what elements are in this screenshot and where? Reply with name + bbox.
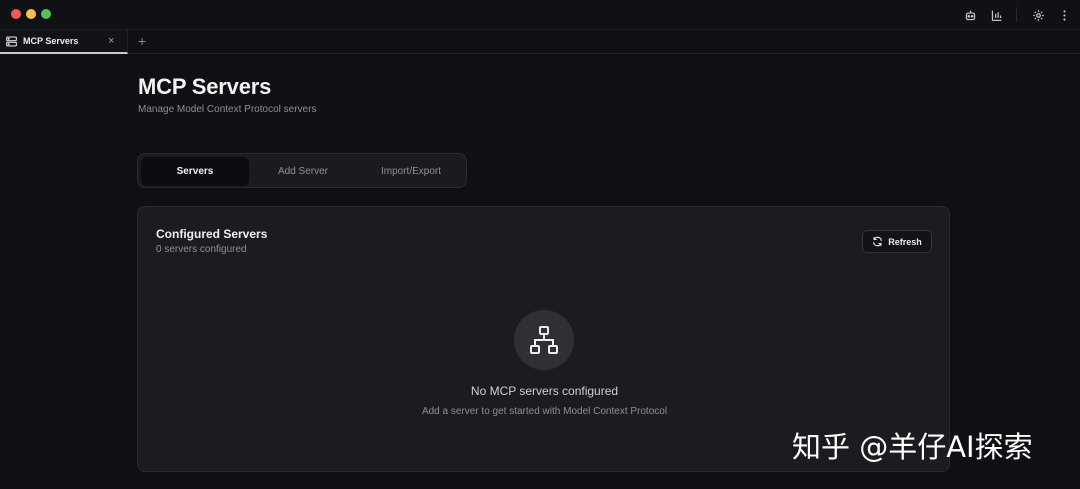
empty-state-title: No MCP servers configured bbox=[470, 384, 619, 398]
network-icon bbox=[528, 324, 560, 356]
page-title: MCP Servers bbox=[138, 74, 272, 99]
empty-state-badge bbox=[514, 310, 574, 370]
tab-bar: MCP Servers × + bbox=[0, 30, 1080, 54]
refresh-icon bbox=[872, 236, 883, 247]
view-tabs: Servers Add Server Import/Export bbox=[137, 153, 467, 188]
new-tab-button[interactable]: + bbox=[138, 33, 146, 49]
minimize-window-button[interactable] bbox=[26, 9, 36, 19]
more-vertical-icon[interactable] bbox=[1056, 7, 1072, 23]
tab-close-button[interactable]: × bbox=[108, 34, 114, 48]
refresh-label: Refresh bbox=[888, 236, 922, 247]
card-title: Configured Servers bbox=[156, 227, 268, 241]
tab-servers[interactable]: Servers bbox=[141, 157, 249, 186]
tab-mcp-servers[interactable]: MCP Servers × bbox=[0, 30, 128, 54]
tab-label: MCP Servers bbox=[23, 36, 79, 46]
server-count: 0 servers configured bbox=[156, 244, 247, 255]
empty-state-subtitle: Add a server to get started with Model C… bbox=[421, 406, 668, 417]
tab-add-server[interactable]: Add Server bbox=[249, 157, 357, 186]
bot-icon[interactable] bbox=[962, 7, 978, 23]
page-subtitle: Manage Model Context Protocol servers bbox=[138, 104, 317, 115]
gear-icon[interactable] bbox=[1030, 7, 1046, 23]
tab-import-export[interactable]: Import/Export bbox=[357, 157, 465, 186]
bar-chart-icon[interactable] bbox=[988, 7, 1004, 23]
maximize-window-button[interactable] bbox=[41, 9, 51, 19]
titlebar-divider bbox=[1016, 7, 1017, 22]
watermark: 知乎 @羊仔AI探索 bbox=[792, 430, 1033, 464]
refresh-button[interactable]: Refresh bbox=[862, 230, 932, 253]
title-bar bbox=[0, 0, 1080, 30]
close-window-button[interactable] bbox=[11, 9, 21, 19]
server-icon bbox=[5, 35, 18, 48]
